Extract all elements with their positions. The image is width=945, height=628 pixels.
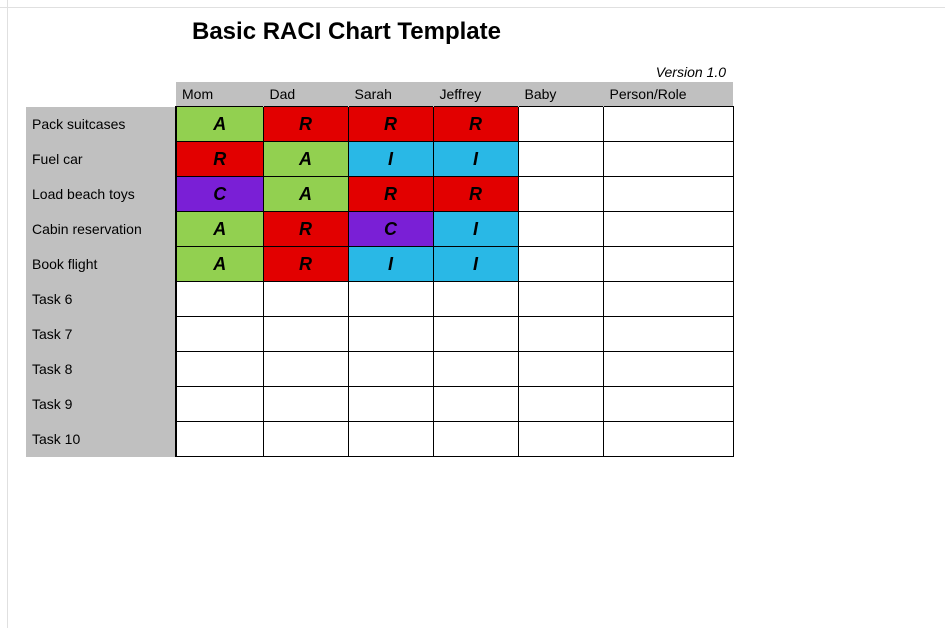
raci-cell[interactable] [518,107,603,142]
table-row: Task 6 [26,282,733,317]
document-body: Basic RACI Chart Template Version 1.0 Mo… [26,10,734,457]
raci-cell[interactable] [518,247,603,282]
table-row: Task 8 [26,352,733,387]
raci-cell[interactable] [603,177,733,212]
table-row: Task 10 [26,422,733,457]
row-header[interactable]: Load beach toys [26,177,176,212]
raci-cell[interactable]: R [176,142,263,177]
raci-cell[interactable] [263,352,348,387]
col-header[interactable]: Baby [518,82,603,107]
raci-cell[interactable]: R [263,247,348,282]
raci-cell[interactable] [433,422,518,457]
table-body: Pack suitcasesARRRFuel carRAIILoad beach… [26,107,733,457]
raci-cell[interactable]: A [263,177,348,212]
raci-cell[interactable]: I [433,142,518,177]
raci-cell[interactable] [263,282,348,317]
raci-cell[interactable] [176,317,263,352]
raci-cell[interactable] [518,387,603,422]
raci-cell[interactable] [433,282,518,317]
raci-cell[interactable] [263,387,348,422]
raci-cell[interactable] [603,387,733,422]
raci-cell[interactable] [348,422,433,457]
raci-cell[interactable] [518,177,603,212]
row-header[interactable]: Book flight [26,247,176,282]
table-row: Task 7 [26,317,733,352]
row-header[interactable]: Task 6 [26,282,176,317]
raci-cell[interactable]: C [348,212,433,247]
spreadsheet-top-gutter [0,0,945,8]
version-label: Version 1.0 [26,64,732,80]
raci-cell[interactable]: A [176,107,263,142]
raci-cell[interactable] [176,387,263,422]
raci-cell[interactable] [603,317,733,352]
raci-cell[interactable]: A [176,247,263,282]
table-row: Fuel carRAII [26,142,733,177]
raci-cell[interactable]: I [433,247,518,282]
raci-cell[interactable] [518,282,603,317]
raci-cell[interactable]: R [348,177,433,212]
raci-cell[interactable]: A [176,212,263,247]
table-row: Load beach toysCARR [26,177,733,212]
raci-cell[interactable] [603,107,733,142]
row-header[interactable]: Fuel car [26,142,176,177]
col-header[interactable]: Sarah [348,82,433,107]
raci-cell[interactable] [603,247,733,282]
raci-cell[interactable] [176,282,263,317]
raci-cell[interactable] [518,317,603,352]
raci-cell[interactable] [518,422,603,457]
raci-cell[interactable]: C [176,177,263,212]
raci-cell[interactable] [176,352,263,387]
row-header[interactable]: Cabin reservation [26,212,176,247]
col-header[interactable]: Mom [176,82,263,107]
raci-cell[interactable] [603,282,733,317]
raci-table: Mom Dad Sarah Jeffrey Baby Person/Role P… [26,82,734,457]
raci-cell[interactable]: I [348,142,433,177]
raci-cell[interactable] [518,142,603,177]
table-row: Pack suitcasesARRR [26,107,733,142]
raci-cell[interactable]: R [433,177,518,212]
col-header[interactable]: Jeffrey [433,82,518,107]
raci-cell[interactable] [348,282,433,317]
corner-cell [26,82,176,107]
raci-cell[interactable] [603,352,733,387]
raci-cell[interactable] [518,352,603,387]
raci-cell[interactable] [176,422,263,457]
raci-cell[interactable] [603,142,733,177]
raci-cell[interactable] [433,387,518,422]
raci-cell[interactable]: I [433,212,518,247]
raci-cell[interactable] [603,212,733,247]
page-title: Basic RACI Chart Template [192,18,734,46]
row-header[interactable]: Task 8 [26,352,176,387]
col-header[interactable]: Dad [263,82,348,107]
raci-cell[interactable]: R [263,107,348,142]
raci-cell[interactable]: R [263,212,348,247]
raci-cell[interactable] [263,422,348,457]
raci-cell[interactable] [433,317,518,352]
raci-cell[interactable]: I [348,247,433,282]
raci-cell[interactable]: R [433,107,518,142]
spreadsheet-left-gutter [0,0,8,628]
raci-cell[interactable]: A [263,142,348,177]
raci-cell[interactable] [348,352,433,387]
raci-cell[interactable] [348,317,433,352]
row-header[interactable]: Task 9 [26,387,176,422]
table-row: Task 9 [26,387,733,422]
table-row: Cabin reservationARCI [26,212,733,247]
raci-cell[interactable] [263,317,348,352]
raci-cell[interactable] [348,387,433,422]
table-row: Book flightARII [26,247,733,282]
header-row: Mom Dad Sarah Jeffrey Baby Person/Role [26,82,733,107]
raci-cell[interactable] [518,212,603,247]
raci-cell[interactable] [603,422,733,457]
row-header[interactable]: Task 10 [26,422,176,457]
row-header[interactable]: Task 7 [26,317,176,352]
raci-cell[interactable]: R [348,107,433,142]
row-header[interactable]: Pack suitcases [26,107,176,142]
raci-cell[interactable] [433,352,518,387]
col-header[interactable]: Person/Role [603,82,733,107]
